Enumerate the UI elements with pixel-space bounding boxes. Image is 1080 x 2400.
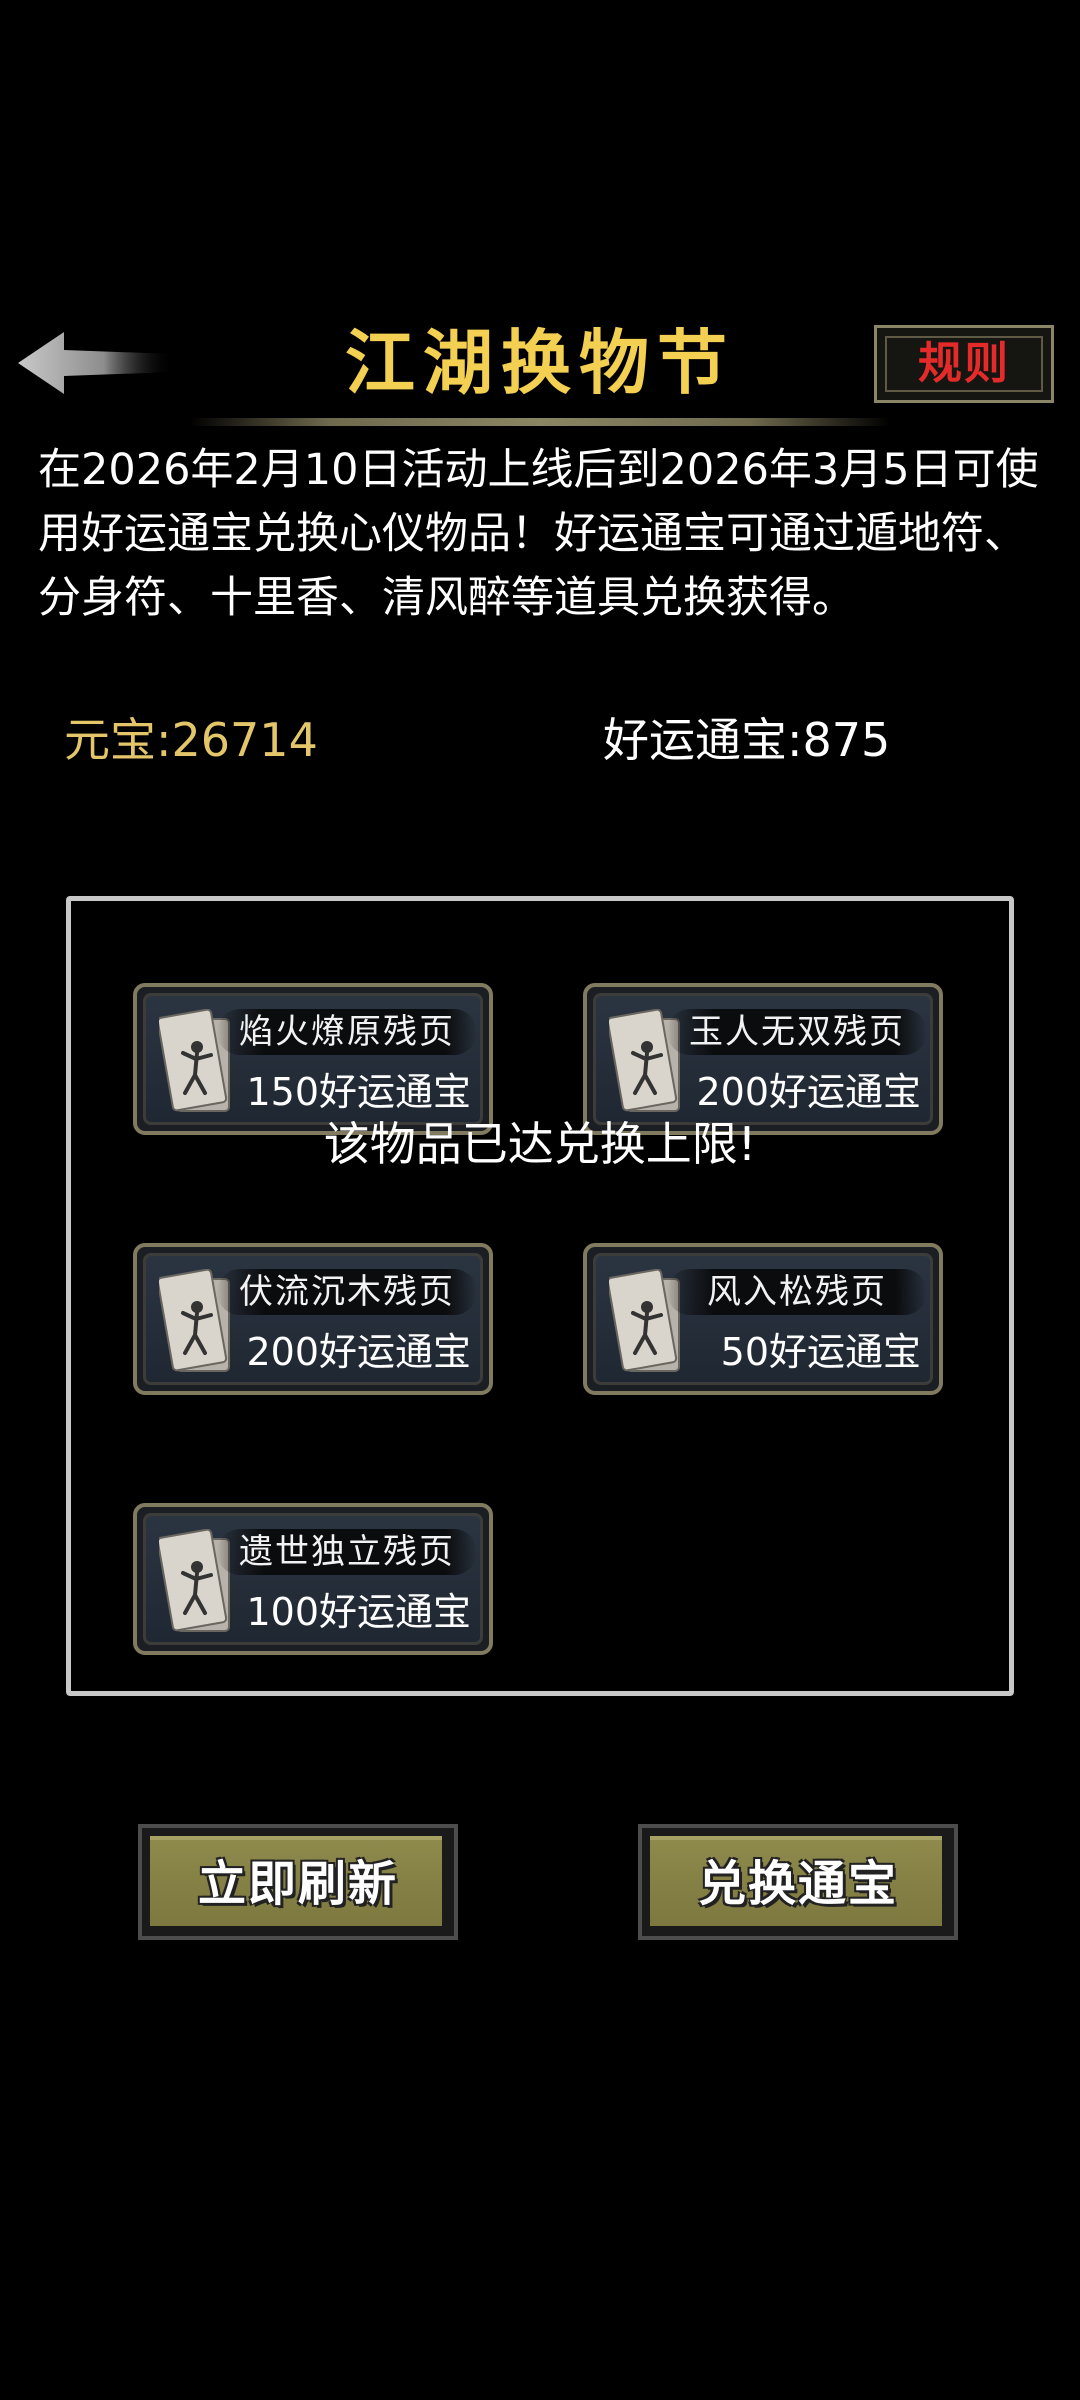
exchange-token-button[interactable]: 兑换通宝	[638, 1824, 958, 1940]
item-price: 50好运通宝	[720, 1330, 921, 1374]
item-price: 100好运通宝	[246, 1590, 471, 1634]
yuanbao-balance: 元宝:26714	[64, 713, 318, 767]
item-name: 风入松残页	[707, 1272, 887, 1312]
title-underline	[190, 418, 890, 426]
exchange-limit-toast: 该物品已达兑换上限!	[323, 1117, 757, 1171]
fortune-token-balance: 好运通宝:875	[603, 713, 891, 767]
item-card[interactable]: 遗世独立残页 100好运通宝	[133, 1503, 493, 1655]
item-price: 200好运通宝	[696, 1070, 921, 1114]
exchange-panel: 焰火燎原残页 150好运通宝 玉人无双残页 200好运通宝 伏流沉木残页 200…	[66, 896, 1014, 1696]
event-description: 在2026年2月10日活动上线后到2026年3月5日可使用好运通宝兑换心仪物品！…	[38, 445, 1039, 623]
item-name: 焰火燎原残页	[239, 1012, 455, 1052]
item-price: 200好运通宝	[246, 1330, 471, 1374]
item-card[interactable]: 风入松残页 50好运通宝	[583, 1243, 943, 1395]
rules-button-label: 规则	[918, 338, 1010, 389]
item-name: 玉人无双残页	[689, 1012, 905, 1052]
refresh-button-label: 立即刷新	[197, 1856, 398, 1912]
item-card[interactable]: 伏流沉木残页 200好运通宝	[133, 1243, 493, 1395]
rules-button[interactable]: 规则	[874, 325, 1054, 403]
exchange-token-button-label: 兑换通宝	[697, 1856, 898, 1912]
item-name: 伏流沉木残页	[239, 1272, 455, 1312]
item-price: 150好运通宝	[246, 1070, 471, 1114]
item-name: 遗世独立残页	[239, 1532, 455, 1572]
refresh-button[interactable]: 立即刷新	[138, 1824, 458, 1940]
